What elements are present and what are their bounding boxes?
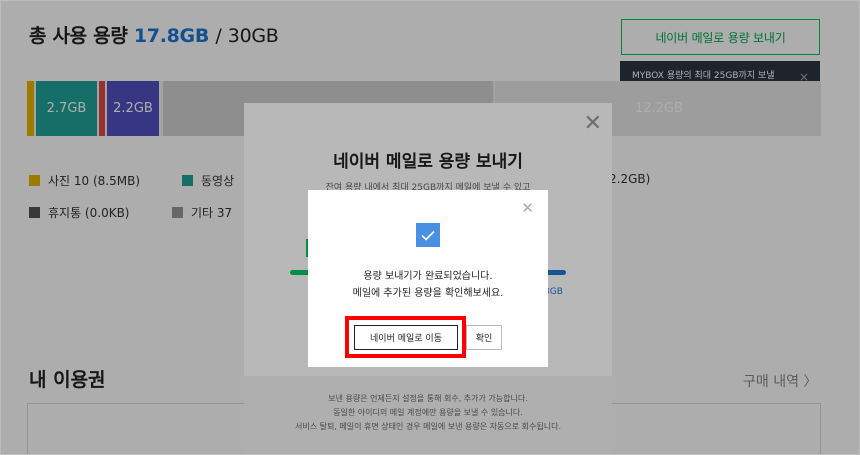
- completion-message: 용량 보내기가 완료되었습니다. 메일에 추가된 용량을 확인해보세요.: [308, 268, 548, 302]
- dialog-close-icon[interactable]: ✕: [521, 199, 534, 217]
- confirm-button[interactable]: 확인: [466, 325, 502, 350]
- go-to-mail-button[interactable]: 네이버 메일로 이동: [354, 325, 458, 350]
- page: 총 사용 용량 17.8GB / 30GB 네이버 메일로 용량 보내기 MYB…: [0, 0, 860, 455]
- check-mark-icon: [421, 230, 435, 241]
- completion-dialog: ✕ 용량 보내기가 완료되었습니다. 메일에 추가된 용량을 확인해보세요. 네…: [308, 190, 548, 367]
- completion-message-line2: 메일에 추가된 용량을 확인해보세요.: [352, 288, 504, 299]
- check-icon: [416, 223, 440, 247]
- completion-message-line1: 용량 보내기가 완료되었습니다.: [363, 271, 493, 282]
